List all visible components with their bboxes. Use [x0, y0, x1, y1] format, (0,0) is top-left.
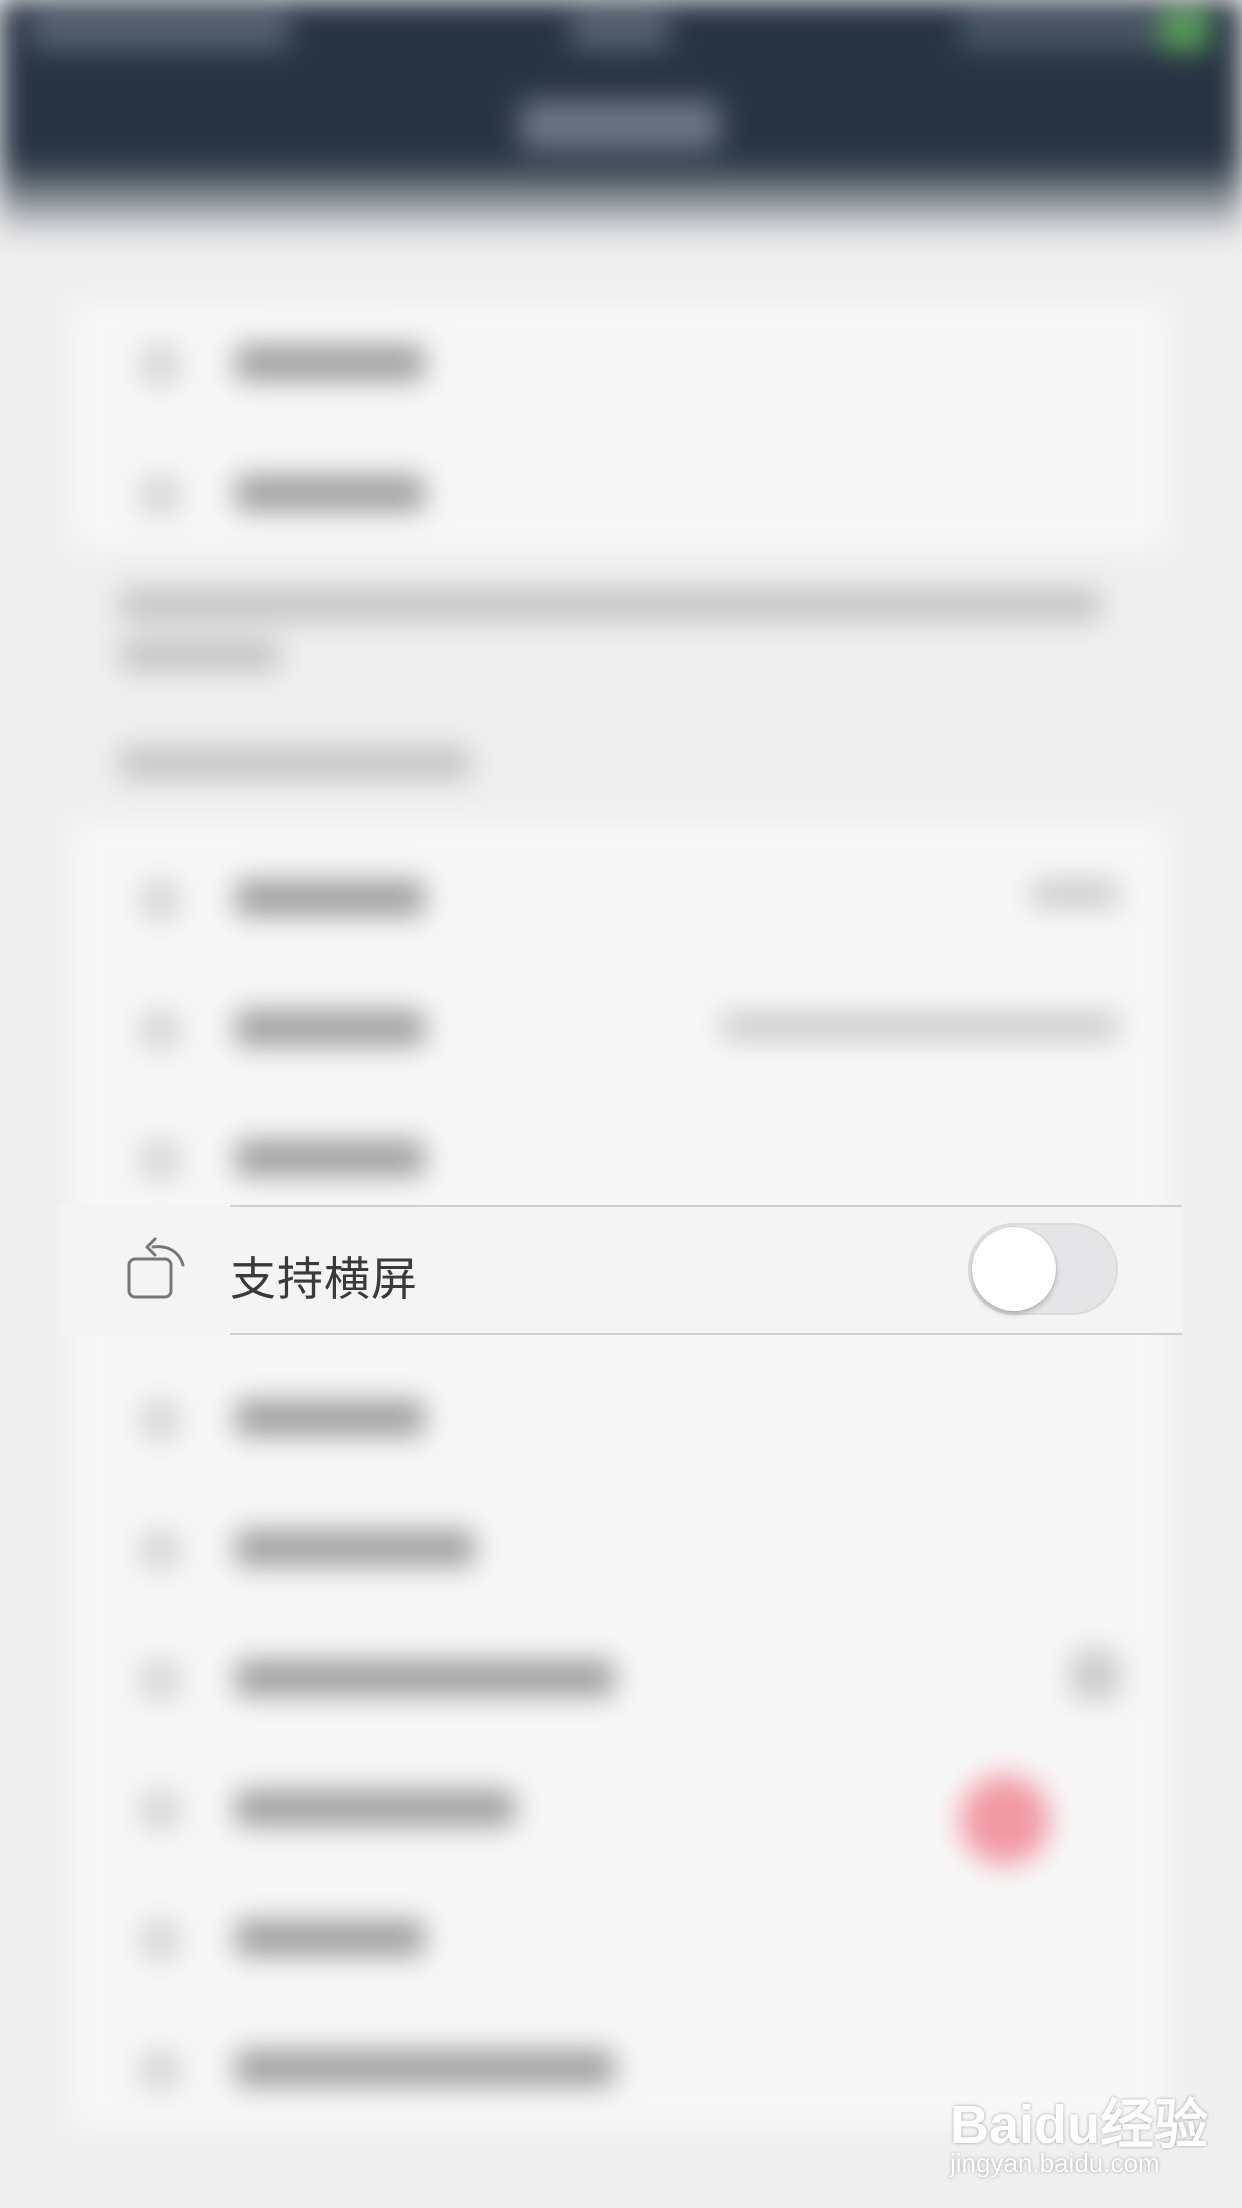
- footer-note-blob: [120, 590, 1100, 620]
- watermark-url: jingyan.baidu.com: [950, 2148, 1160, 2178]
- toggle-knob[interactable]: [972, 1227, 1056, 1311]
- nav-title-blob: [520, 100, 720, 150]
- section-header-blob: [120, 748, 470, 778]
- settings-card-top: [70, 300, 1170, 550]
- battery-green-blob: [1160, 10, 1210, 50]
- blurred-background: [0, 0, 1242, 2208]
- row-top-divider: [230, 1205, 1182, 1207]
- settings-screen: 支持横屏 Baidu经验 jingyan.baidu.com: [0, 0, 1242, 2208]
- landscape-setting-label: 支持横屏: [230, 1252, 418, 1306]
- row-bottom-divider: [230, 1333, 1182, 1335]
- landscape-setting-row[interactable]: 支持横屏: [60, 1205, 1182, 1335]
- status-time-blob: [570, 14, 670, 48]
- status-carrier-blob: [30, 14, 290, 48]
- status-and-nav-bar: [0, 0, 1242, 185]
- baidu-watermark: Baidu经验 jingyan.baidu.com: [950, 2080, 1208, 2190]
- header-fade: [0, 160, 1242, 240]
- status-battery-blob: [960, 14, 1160, 48]
- landscape-toggle[interactable]: [968, 1223, 1118, 1315]
- settings-card-main: [70, 820, 1170, 2130]
- rotate-screen-icon: [125, 1235, 187, 1301]
